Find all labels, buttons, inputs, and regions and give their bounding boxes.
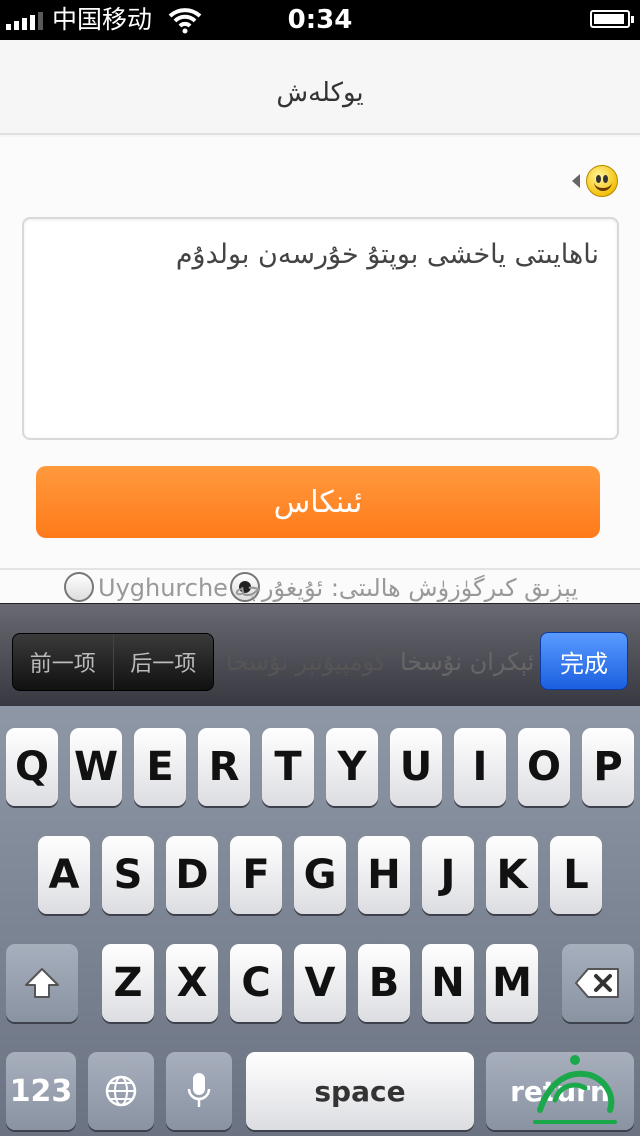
key-v[interactable]: V bbox=[294, 944, 346, 1022]
radio-latin[interactable] bbox=[64, 572, 94, 602]
prev-field-button[interactable]: 前一项 bbox=[13, 634, 113, 690]
key-n[interactable]: N bbox=[422, 944, 474, 1022]
backspace-icon bbox=[575, 968, 619, 998]
page-title: يوكلەش bbox=[276, 78, 364, 108]
screen: 中国移动 0:34 يوكلەش ناھايىتى ياخشى بوپتۇ خۇ… bbox=[0, 0, 640, 1136]
shift-icon bbox=[25, 968, 59, 998]
submit-comment-button[interactable]: ئىنكاس bbox=[36, 466, 600, 538]
backspace-key[interactable] bbox=[562, 944, 634, 1022]
emoji-icon bbox=[586, 165, 618, 197]
key-e[interactable]: E bbox=[134, 728, 186, 806]
next-field-button[interactable]: 后一项 bbox=[112, 634, 214, 690]
key-f[interactable]: F bbox=[230, 836, 282, 914]
key-p[interactable]: P bbox=[582, 728, 634, 806]
signal-icon bbox=[6, 12, 43, 30]
wifi-icon bbox=[168, 8, 202, 34]
prev-next-control: 前一项 后一项 bbox=[12, 633, 214, 691]
caret-left-icon bbox=[572, 174, 580, 188]
logo-watermark bbox=[533, 1055, 617, 1124]
space-key[interactable]: space bbox=[246, 1052, 474, 1130]
key-z[interactable]: Z bbox=[102, 944, 154, 1022]
key-g[interactable]: G bbox=[294, 836, 346, 914]
done-label: 完成 bbox=[540, 632, 628, 690]
key-d[interactable]: D bbox=[166, 836, 218, 914]
key-o[interactable]: O bbox=[518, 728, 570, 806]
input-mode-label: يېزىق كىرگۈزۈش ھالىتى: ئۇيغۇرچە bbox=[234, 574, 578, 602]
key-i[interactable]: I bbox=[454, 728, 506, 806]
numbers-key[interactable]: 123 bbox=[6, 1052, 76, 1130]
key-y[interactable]: Y bbox=[326, 728, 378, 806]
navigation-bar: يوكلەش bbox=[0, 40, 640, 135]
emoji-button[interactable] bbox=[572, 165, 618, 197]
key-w[interactable]: W bbox=[70, 728, 122, 806]
comment-textarea[interactable]: ناھايىتى ياخشى بوپتۇ خۇرسەن بولدۇم bbox=[22, 217, 619, 440]
computer-version-option[interactable]: كومپيۇتېر نۇسخا bbox=[226, 648, 386, 676]
comment-text: ناھايىتى ياخشى بوپتۇ خۇرسەن بولدۇم bbox=[175, 239, 599, 270]
key-m[interactable]: M bbox=[486, 944, 538, 1022]
carrier-label: 中国移动 bbox=[52, 5, 153, 34]
key-h[interactable]: H bbox=[358, 836, 410, 914]
key-j[interactable]: J bbox=[422, 836, 474, 914]
key-q[interactable]: Q bbox=[6, 728, 58, 806]
input-mode-row: Uyghurche يېزىق كىرگۈزۈش ھالىتى: ئۇيغۇرچ… bbox=[0, 570, 640, 606]
key-s[interactable]: S bbox=[102, 836, 154, 914]
key-t[interactable]: T bbox=[262, 728, 314, 806]
key-l[interactable]: L bbox=[550, 836, 602, 914]
radio-latin-label: Uyghurche bbox=[98, 574, 228, 602]
status-bar: 中国移动 0:34 bbox=[0, 0, 640, 40]
battery-icon bbox=[590, 10, 634, 28]
key-x[interactable]: X bbox=[166, 944, 218, 1022]
globe-key[interactable] bbox=[88, 1052, 154, 1130]
key-c[interactable]: C bbox=[230, 944, 282, 1022]
key-u[interactable]: U bbox=[390, 728, 442, 806]
key-a[interactable]: A bbox=[38, 836, 90, 914]
key-k[interactable]: K bbox=[486, 836, 538, 914]
done-button[interactable]: 完成 bbox=[540, 632, 628, 690]
globe-icon bbox=[105, 1075, 137, 1107]
key-r[interactable]: R bbox=[198, 728, 250, 806]
shift-key[interactable] bbox=[6, 944, 78, 1022]
microphone-key[interactable] bbox=[166, 1052, 232, 1130]
microphone-icon bbox=[187, 1073, 211, 1107]
screen-version-option[interactable]: ئېكران نۇسخا bbox=[400, 648, 534, 676]
key-b[interactable]: B bbox=[358, 944, 410, 1022]
